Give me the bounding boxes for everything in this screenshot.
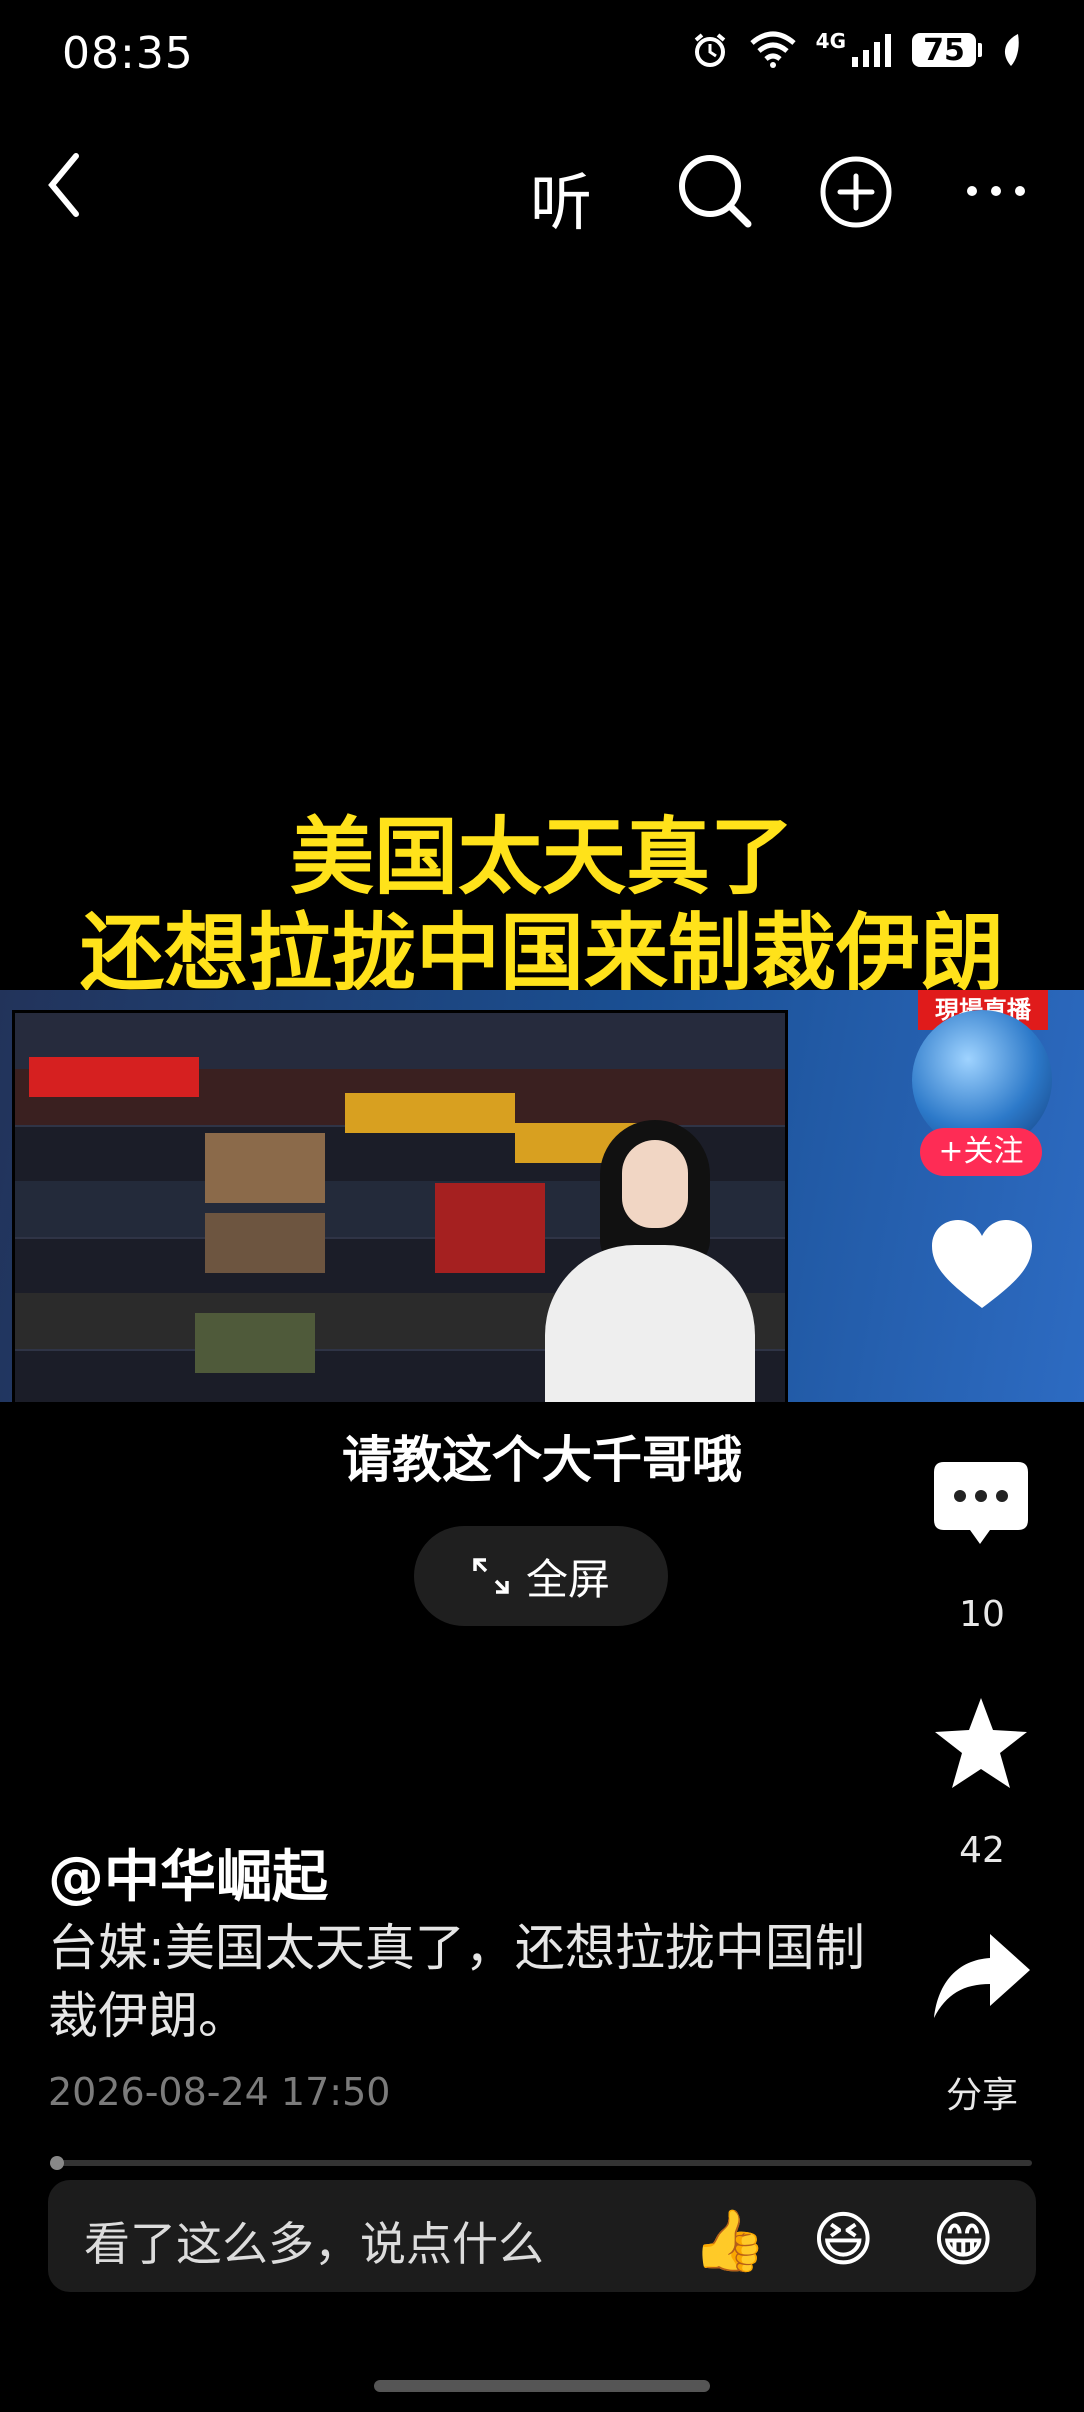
fullscreen-label: 全屏 — [525, 1554, 610, 1604]
emoji-thumbs-up[interactable]: 👍 — [692, 2205, 767, 2276]
share-label: 分享 — [945, 2075, 1018, 2116]
favorite-button[interactable] — [930, 1694, 1032, 1798]
favorite-count: 42 — [959, 1830, 1005, 1871]
search-button[interactable] — [674, 150, 754, 230]
more-horizontal-icon — [967, 186, 1025, 196]
progress-bar[interactable] — [52, 2160, 1032, 2166]
comment-count: 10 — [959, 1594, 1005, 1635]
plus-circle-icon — [820, 156, 892, 228]
home-indicator[interactable] — [374, 2380, 710, 2392]
heart-icon — [932, 1220, 1032, 1308]
chevron-left-icon — [48, 153, 79, 217]
network-label: 4G — [815, 29, 846, 53]
back-button[interactable] — [44, 150, 84, 220]
status-icons: 4G 75 — [690, 29, 1022, 70]
battery-level: 75 — [912, 33, 976, 68]
alarm-icon — [694, 33, 725, 67]
share-button[interactable] — [930, 1928, 1034, 2028]
anchor-body — [545, 1245, 755, 1402]
emoji-grinning[interactable]: 😁 — [932, 2205, 995, 2275]
comment-input[interactable]: 看了这么多，说点什么 — [84, 2208, 544, 2274]
star-icon — [935, 1698, 1027, 1788]
add-button[interactable] — [818, 154, 894, 230]
battery-icon: 75 — [912, 33, 982, 68]
comment-button[interactable] — [930, 1458, 1032, 1558]
expand-icon — [473, 1558, 509, 1594]
post-description: 台媒:美国太天真了，还想拉拢中国制裁伊朗。 — [48, 1919, 865, 2045]
video-subtitle: 请教这个大千哥哦 — [342, 1431, 742, 1489]
progress-handle[interactable] — [50, 2156, 64, 2170]
fullscreen-button[interactable]: 全屏 — [414, 1526, 668, 1626]
anchor-face — [622, 1140, 688, 1228]
more-button[interactable] — [964, 176, 1028, 206]
emoji-laughing[interactable]: 😆 — [812, 2205, 875, 2275]
like-button[interactable] — [930, 1218, 1034, 1314]
post-date: 2026-08-24 17:50 — [48, 2070, 391, 2114]
follow-button[interactable]: +关注 — [920, 1128, 1042, 1176]
listen-button[interactable]: 听 — [530, 152, 592, 242]
search-icon — [679, 155, 752, 228]
signal-icon — [852, 34, 891, 67]
status-time: 08:35 — [62, 28, 194, 79]
comment-icon — [934, 1462, 1028, 1544]
video-headline-line2: 还想拉拢中国来制裁伊朗 — [79, 904, 1004, 1002]
author-name[interactable]: @中华崛起 — [48, 1832, 328, 1913]
wifi-icon — [750, 31, 796, 68]
share-arrow-icon — [934, 1934, 1030, 2018]
leaf-icon — [1004, 34, 1019, 66]
